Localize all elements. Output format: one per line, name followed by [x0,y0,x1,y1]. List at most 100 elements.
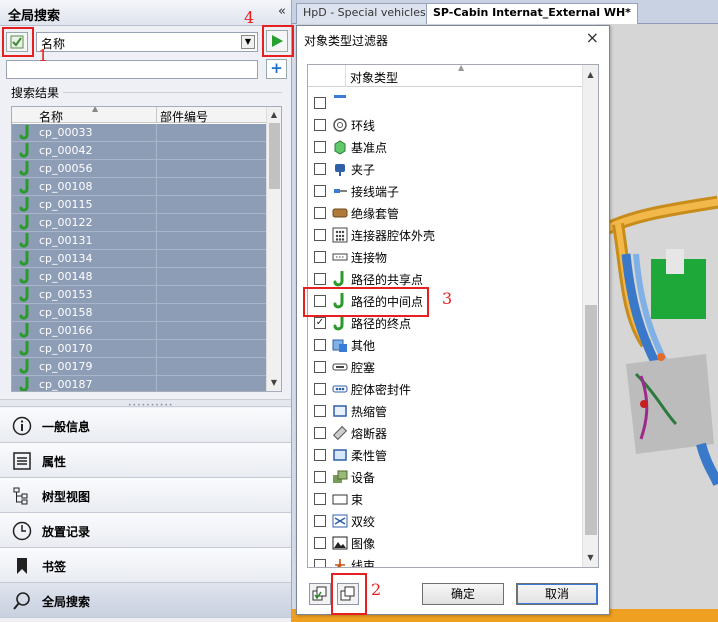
list-item-label: 双绞 [351,515,376,529]
double-chevron-left-icon[interactable]: « [278,4,286,19]
column-header-object-type[interactable]: 对象类型 [350,69,398,86]
checkbox[interactable] [314,559,326,567]
column-divider[interactable] [156,107,157,123]
list-item[interactable]: 图像 [308,532,584,554]
list-item[interactable]: 基准点 [308,136,584,158]
table-row[interactable]: cp_00179 [12,358,268,376]
checkbox[interactable] [314,119,326,131]
list-item[interactable]: 线束 [308,554,584,568]
table-row[interactable]: cp_00148 [12,268,268,286]
cancel-button[interactable]: 取消 [516,583,598,605]
list-item[interactable]: 腔体密封件 [308,378,584,400]
checkbox[interactable] [314,207,326,219]
checkbox[interactable] [314,515,326,527]
cavity-seal-icon [332,385,348,393]
table-row[interactable]: cp_00158 [12,304,268,322]
checkbox[interactable] [314,449,326,461]
table-row[interactable]: cp_00134 [12,250,268,268]
checkbox[interactable] [314,493,326,505]
table-row[interactable]: cp_00166 [12,322,268,340]
nav-item-tree-view[interactable]: 树型视图 [0,478,291,513]
scroll-down-icon[interactable]: ▼ [267,376,281,390]
table-row[interactable]: cp_00042 [12,142,268,160]
results-scrollbar[interactable]: ▲ ▼ [266,107,281,391]
list-item[interactable]: 绝缘套管 [308,202,584,224]
nav-item-bookmarks[interactable]: 书签 [0,548,291,583]
checkbox[interactable] [314,471,326,483]
table-row[interactable]: cp_00187 [12,376,268,391]
list-item[interactable]: 柔性管 [308,444,584,466]
3d-viewport[interactable] [596,24,718,609]
close-icon[interactable]: × [586,28,599,47]
checkbox[interactable] [314,537,326,549]
checkbox[interactable] [314,383,326,395]
partial-item-icon [334,95,346,98]
list-item[interactable]: 热缩管 [308,400,584,422]
scroll-up-icon[interactable]: ▲ [583,67,598,82]
checkbox[interactable] [314,339,326,351]
tab-hpd-special-vehicles[interactable]: HpD - Special vehicles* [296,3,439,24]
list-item[interactable]: 束 [308,488,584,510]
column-divider [156,304,157,322]
checkbox[interactable] [314,229,326,241]
row-name: cp_00122 [39,216,93,229]
tab-sp-cabin[interactable]: SP-Cabin Internat_External WH* [426,3,638,24]
table-row[interactable]: cp_00122 [12,214,268,232]
column-header-part-number[interactable]: 部件编号 [160,108,208,125]
checkbox[interactable] [314,185,326,197]
row-name: cp_00033 [39,126,93,139]
object-type-scrollbar[interactable]: ▲ ▼ [582,65,598,567]
select-all-button[interactable] [309,583,331,605]
column-header-name[interactable]: 名称 [39,108,63,125]
table-row[interactable]: cp_00170 [12,340,268,358]
checkbox[interactable] [314,427,326,439]
sort-ascending-icon: ▲ [92,106,99,113]
list-item[interactable]: 连接物 [308,246,584,268]
list-item[interactable]: 熔断器 [308,422,584,444]
scrollbar-thumb[interactable] [585,305,597,535]
checkbox[interactable] [314,163,326,175]
checkbox[interactable] [314,361,326,373]
results-rows: cp_00033 cp_00042 cp_00056 cp_00108 cp_00115… [12,124,268,391]
annotation-number-1: 1 [38,46,49,65]
add-criteria-button[interactable]: + [266,59,287,79]
checkbox[interactable] [314,273,326,285]
list-item[interactable] [308,92,584,114]
nav-item-history[interactable]: 放置记录 [0,513,291,548]
list-item[interactable]: 双绞 [308,510,584,532]
scroll-up-icon[interactable]: ▲ [267,108,281,122]
table-row[interactable]: cp_00131 [12,232,268,250]
table-row[interactable]: cp_00115 [12,196,268,214]
table-row[interactable]: cp_00153 [12,286,268,304]
document-tabs: HpD - Special vehicles* SP-Cabin Interna… [292,0,718,24]
list-item[interactable]: 设备 [308,466,584,488]
list-item[interactable]: 腔塞 [308,356,584,378]
nav-item-properties[interactable]: 属性 [0,443,291,478]
dialog-title: 对象类型过滤器 [304,34,389,48]
table-row[interactable]: cp_00108 [12,178,268,196]
scroll-down-icon[interactable]: ▼ [583,550,598,565]
search-field-select[interactable]: 名称 ▼ [36,32,258,52]
checkbox[interactable] [314,141,326,153]
list-item[interactable]: 接线端子 [308,180,584,202]
list-item[interactable]: 其他 [308,334,584,356]
checkbox[interactable] [314,97,326,109]
panel-splitter[interactable]: •••••••••• [0,399,291,409]
column-divider [156,214,157,232]
ok-button[interactable]: 确定 [422,583,504,605]
checkbox[interactable]: ✓ [314,317,326,329]
list-item-label: 线束 [351,559,376,568]
image-icon [332,536,348,550]
checkbox[interactable] [314,405,326,417]
column-divider[interactable] [345,65,346,87]
list-item[interactable]: 环线 [308,114,584,136]
nav-item-general-info[interactable]: 一般信息 [0,408,291,443]
scrollbar-thumb[interactable] [269,123,280,189]
chevron-down-icon[interactable]: ▼ [241,35,255,49]
table-row[interactable]: cp_00056 [12,160,268,178]
table-row[interactable]: cp_00033 [12,124,268,142]
nav-item-global-search[interactable]: 全局搜索 [0,583,291,618]
list-item[interactable]: 连接器腔体外壳 [308,224,584,246]
checkbox[interactable] [314,251,326,263]
list-item[interactable]: 夹子 [308,158,584,180]
